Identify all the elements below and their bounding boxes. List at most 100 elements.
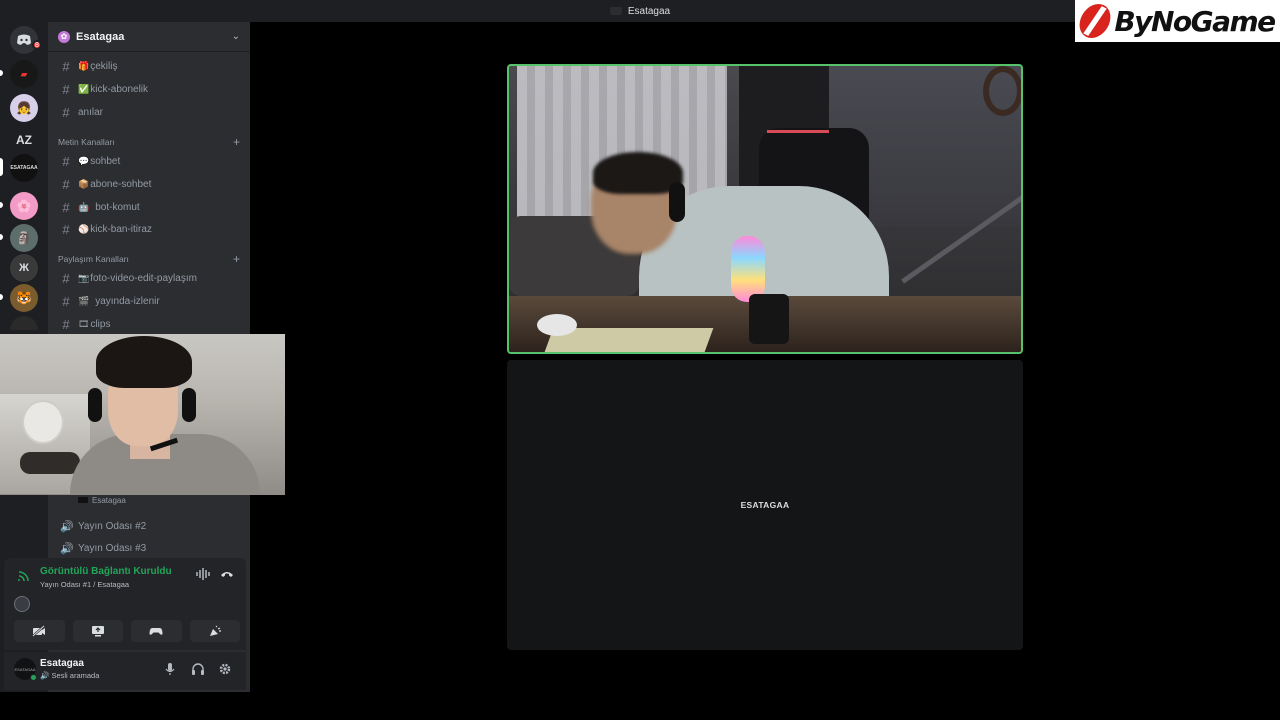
server-icon-6[interactable]: 🐯 [10,284,38,312]
guild-header[interactable]: ✿ Esatagaa ⌄ [48,22,250,52]
voice-member-name: Esatagaa [92,495,126,505]
channel-sohbet[interactable]: # 💬 sohbet [56,151,242,171]
logo-avatar-icon: Ж [19,262,29,274]
camera-off-button[interactable] [14,620,65,642]
signal-icon[interactable] [18,570,30,585]
add-channel-icon[interactable]: + [233,252,240,266]
tiger-avatar-icon: 🐯 [16,291,32,305]
guild-boost-icon: ✿ [58,30,70,43]
video-tile-speaking[interactable] [507,64,1023,354]
voice-channel-path[interactable]: Yayın Odası #1 / Esatagaa [40,580,129,589]
voice-connection-panel: Görüntülü Bağlantı Kuruldu Yayın Odası #… [4,558,246,650]
server-label: ESATAGAA [10,165,38,171]
headphones-button[interactable] [191,662,205,679]
disconnect-icon[interactable] [220,568,234,583]
hair [96,336,192,388]
channel-abone-sohbet[interactable]: # 📦 abone-sohbet [56,174,242,194]
video-tile-user[interactable]: ESATAGAA [507,360,1023,650]
user-status-text: Sesli aramada [51,671,100,680]
face-avatar-icon: 🗿 [16,231,32,245]
hash-icon: # [62,58,70,74]
watermark-text: ByNoGame [1114,4,1276,38]
settings-button[interactable] [218,662,232,679]
server-icon-5[interactable]: Ж [10,254,38,282]
hash-icon: # [62,221,70,237]
ball-icon: ⚾ [78,223,90,234]
channel-name: Yayın Odası #2 [78,520,147,532]
user-panel: ESATAGAA Esatagaa 🔊 Sesli aramada [4,652,246,690]
channel-name: anılar [78,106,104,118]
channel-name: abone-sohbet [90,178,152,190]
hash-icon: # [62,293,70,309]
voice-status-row: Görüntülü Bağlantı Kuruldu Yayın Odası #… [14,566,240,592]
server-icon-1[interactable]: ▰ [10,60,38,88]
channel-name: kick-ban-itiraz [90,223,152,235]
channel-bot-komut[interactable]: # 🤖 bot-komut [56,197,242,217]
server-icon-4[interactable]: 🗿 [10,224,38,252]
wreath [983,66,1021,116]
camera-icon: 📷 [78,272,90,283]
channel-name: clips [90,318,111,330]
active-pill [0,158,3,176]
server-icon-az[interactable]: AZ [10,126,38,154]
channel-name: yayında-izlenir [95,295,160,307]
robot-icon: 🤖 [78,201,90,212]
film-icon: 🎞 [78,318,90,329]
pink-avatar-icon: 🌸 [16,199,32,213]
activities-button[interactable] [131,620,182,642]
member-avatar [78,497,88,503]
category-metin-kanallari[interactable]: Metin Kanalları + [58,135,240,149]
chair-stripe [767,130,829,133]
category-label: Paylaşım Kanalları [58,254,129,264]
channel-anilar[interactable]: # anılar [56,102,242,122]
category-paylasim-kanallari[interactable]: Paylaşım Kanalları + [58,252,240,266]
channel-name: foto-video-edit-paylaşım [90,272,197,284]
unread-pill [0,202,3,208]
unread-pill [0,294,3,300]
screen-share-icon [91,626,104,637]
channel-cekilis[interactable]: # 🎁 çekiliş [56,56,242,76]
channel-name: kick-abonelik [90,83,149,95]
stream-icon: ▰ [20,68,28,79]
server-icon-esatagaa[interactable]: ESATAGAA [10,154,38,182]
hash-icon: # [62,81,70,97]
channel-name: çekiliş [90,60,118,72]
box-icon: 📦 [78,178,90,189]
mic-icon [165,663,175,675]
voice-channel-yayin-2[interactable]: 🔊 Yayın Odası #2 [56,516,242,536]
server-icon-3[interactable]: 🌸 [10,192,38,220]
soundboard-button[interactable] [189,620,240,642]
channel-yayinda-izlenir[interactable]: # 🎬 yayında-izlenir [56,291,242,311]
voice-channel-yayin-3[interactable]: 🔊 Yayın Odası #3 [56,538,242,558]
activity-avatar[interactable] [14,596,30,612]
noise-suppression-icon[interactable] [196,568,210,583]
category-label: Metin Kanalları [58,137,115,147]
window-title: Esatagaa [627,5,671,17]
discord-window: Esatagaa 8 ▰ 👧 AZ ESATAGAA 🌸 🗿 Ж 🐯 ✿ Esa… [0,0,1280,720]
mic-button[interactable] [164,662,176,679]
server-icon-2[interactable]: 👧 [10,94,38,122]
speaker-icon: 🔊 [60,520,74,533]
user-status: 🔊 Sesli aramada [40,671,99,680]
server-icon-7[interactable] [10,316,38,330]
streamer-headset [669,182,685,222]
avatar-text: ESATAGAA [14,666,36,672]
clapper-icon: 🎬 [78,295,90,306]
channel-kick-ban-itiraz[interactable]: # ⚾ kick-ban-itiraz [56,219,242,239]
channel-kick-abonelik[interactable]: # ✅ kick-abonelik [56,79,242,99]
add-channel-icon[interactable]: + [233,135,240,149]
user-name[interactable]: Esatagaa [40,658,84,669]
gear-icon [219,663,231,675]
mouse [537,314,577,336]
anime-avatar-icon: 👧 [16,101,32,115]
notification-badge: 8 [32,40,42,50]
webcam-overlay [0,334,285,495]
voice-status-text[interactable]: Görüntülü Bağlantı Kuruldu [40,566,172,577]
channel-clips[interactable]: # 🎞 clips [56,314,242,334]
discord-logo-icon [17,34,31,45]
rgb-microphone [731,236,765,302]
voice-member[interactable]: Esatagaa [78,495,126,505]
hash-icon: # [62,316,70,332]
screen-share-button[interactable] [72,620,123,642]
channel-foto-video[interactable]: # 📷 foto-video-edit-paylaşım [56,268,242,288]
